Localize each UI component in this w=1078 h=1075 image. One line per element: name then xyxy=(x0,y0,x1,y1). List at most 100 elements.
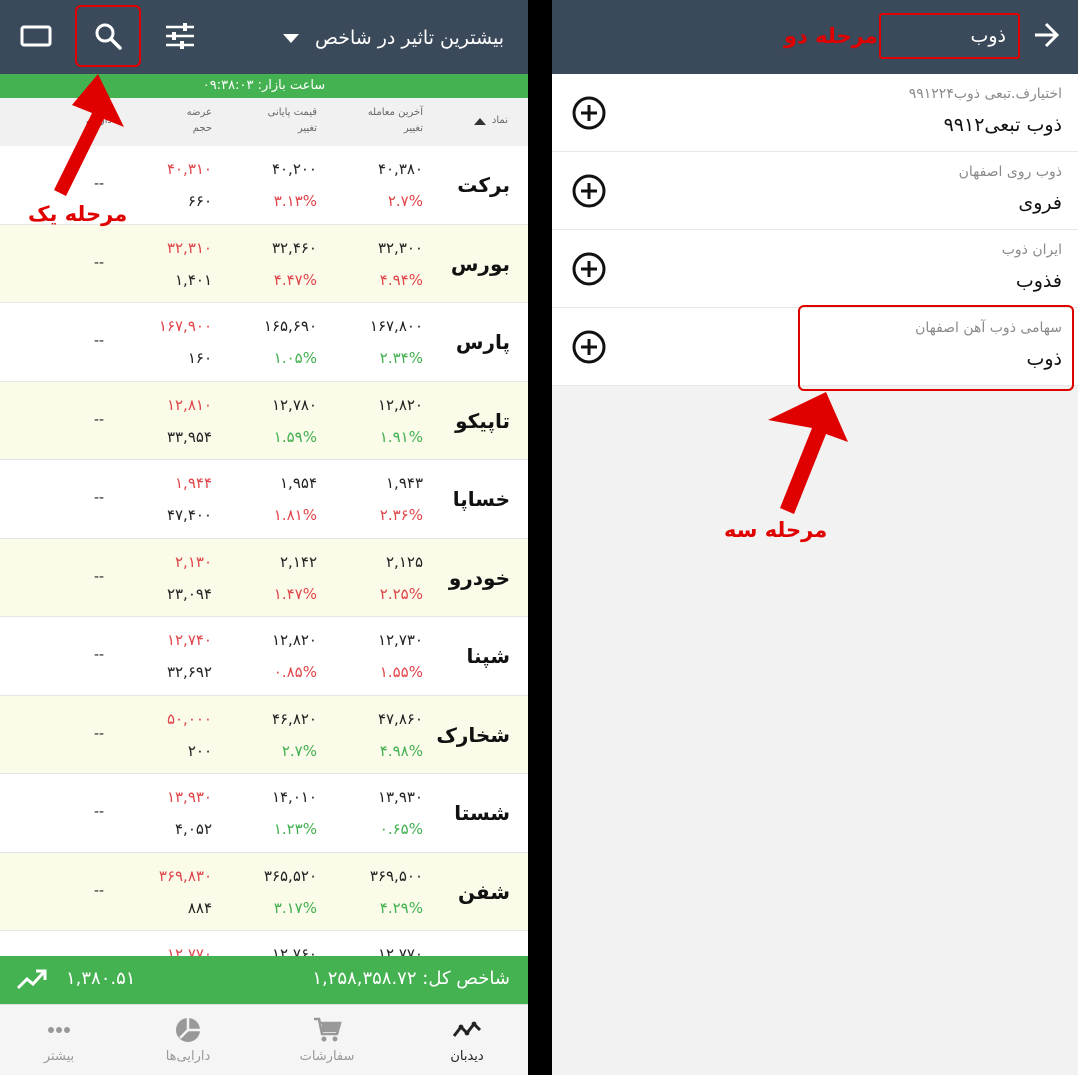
row-close-change: ۱.۸۱% xyxy=(273,506,317,524)
table-row[interactable]: شخارک ۴۷,۸۶۰ ۴.۹۸% ۴۶,۸۲۰ ۲.۷% ۵۰,۰۰۰ ۲۰۰ -- xyxy=(0,695,528,774)
add-to-watchlist-icon[interactable] xyxy=(572,252,606,290)
search-input[interactable]: ذوب xyxy=(879,13,1020,59)
row-close-change: ۱.۴۷% xyxy=(273,584,317,603)
nav-watchlist[interactable]: دیدبان xyxy=(412,1015,522,1064)
row-offer: ۳۶۹,۸۳۰ xyxy=(158,866,212,885)
dropdown-label: بیشترین تاثیر در شاخص xyxy=(314,27,504,49)
search-result-item[interactable]: ذوب روی اصفهان فروی xyxy=(552,152,1078,230)
index-filter-dropdown[interactable]: بیشترین تاثیر در شاخص xyxy=(282,20,504,56)
row-volume: ۱۶۰ xyxy=(187,349,212,367)
row-last-trade: ۴۷,۸۶۰ xyxy=(377,709,423,728)
row-close-price: ۳۲,۴۶۰ xyxy=(271,238,317,257)
row-offer: ۵۰,۰۰۰ xyxy=(166,709,212,728)
col-offer[interactable]: عرضه حجم xyxy=(187,105,212,137)
row-last-change: ۰.۶۵% xyxy=(379,820,423,838)
table-row[interactable]: خساپا ۱,۹۴۳ ۲.۳۶% ۱,۹۵۴ ۱.۸۱% ۱,۹۴۴ ۴۷,۴۰۰ -- xyxy=(0,460,528,539)
fullscreen-icon[interactable] xyxy=(18,18,54,54)
row-last-change: ۲.۳۴% xyxy=(379,349,423,367)
row-close-change: ۳.۱۳% xyxy=(273,192,317,210)
row-symbol: شپنا xyxy=(466,644,510,668)
row-close-price: ۱۶۵,۶۹۰ xyxy=(263,317,317,335)
add-to-watchlist-icon[interactable] xyxy=(572,174,606,212)
search-result-item[interactable]: اختیارف.تبعی ذوب۹۹۱۲۲۴ ذوب تبعی۹۹۱۲ xyxy=(552,74,1078,152)
row-last-change: ۴.۲۹% xyxy=(379,898,423,917)
row-volume: ۴,۰۵۲ xyxy=(175,820,212,838)
result-company-name: ایران ذوب xyxy=(1001,242,1062,258)
table-row[interactable]: شستا ۱۳,۹۳۰ ۰.۶۵% ۱۴,۰۱۰ ۱.۲۳% ۱۳,۹۳۰ ۴,۰۵۲ -- xyxy=(0,774,528,853)
row-volume: ۴۷,۴۰۰ xyxy=(166,506,212,524)
row-offer: ۴۰,۳۱۰ xyxy=(166,160,212,178)
result-symbol: فروی xyxy=(1018,192,1062,214)
sort-symbol-header[interactable]: نماد xyxy=(473,113,508,129)
row-offer: ۱,۹۴۴ xyxy=(175,474,212,492)
back-arrow-icon[interactable] xyxy=(1032,20,1060,54)
row-symbol: خساپا xyxy=(452,487,510,511)
result-symbol: ذوب تبعی۹۹۱۲ xyxy=(943,114,1062,136)
row-last-change: ۲.۷% xyxy=(387,192,423,210)
table-row[interactable]: پارس ۱۶۷,۸۰۰ ۲.۳۴% ۱۶۵,۶۹۰ ۱.۰۵% ۱۶۷,۹۰۰ ۱۶۰ -- xyxy=(0,303,528,382)
row-close-price: ۱۲,۷۸۰ xyxy=(271,395,317,414)
row-symbol: پارس xyxy=(455,330,510,354)
add-to-watchlist-icon[interactable] xyxy=(572,96,606,134)
col-close-price[interactable]: قیمت پایانی تغییر xyxy=(268,105,317,137)
row-last-change: ۴.۹۸% xyxy=(379,741,423,760)
row-last-trade: ۱۲,۷۳۰ xyxy=(377,631,423,649)
cart-icon xyxy=(272,1015,382,1045)
result-company-name: اختیارف.تبعی ذوب۹۹۱۲۲۴ xyxy=(908,86,1062,102)
nav-more[interactable]: بیشتر xyxy=(4,1015,114,1064)
row-close-price: ۱۲,۸۲۰ xyxy=(271,631,317,649)
row-close-price: ۱۴,۰۱۰ xyxy=(271,788,317,806)
result-symbol: فذوب xyxy=(1015,270,1062,292)
row-close-price: ۴۰,۲۰۰ xyxy=(271,160,317,178)
row-last-trade: ۳۶۹,۵۰۰ xyxy=(369,866,423,885)
row-volume: ۸۸۴ xyxy=(187,898,212,917)
row-volume: ۳۳,۹۵۴ xyxy=(166,427,212,446)
row-volume: ۲۰۰ xyxy=(187,741,212,760)
row-last-change: ۴.۹۴% xyxy=(379,270,423,289)
total-index-bar[interactable]: شاخص کل: ۱,۲۵۸,۳۵۸.۷۲ ۱,۳۸۰.۵۱ xyxy=(0,956,528,1004)
row-asset: -- xyxy=(94,411,105,428)
row-last-change: ۱.۹۱% xyxy=(379,427,423,446)
filter-icon[interactable] xyxy=(162,18,198,54)
table-row[interactable]: خودرو ۲,۱۲۵ ۲.۲۵% ۲,۱۴۲ ۱.۴۷% ۲,۱۳۰ ۲۳,۰۹۴ -- xyxy=(0,538,528,617)
nav-assets[interactable]: دارایی‌ها xyxy=(133,1015,243,1064)
row-symbol: برکت xyxy=(457,173,510,197)
trending-up-icon xyxy=(16,966,48,997)
col-last-trade[interactable]: آخرین معامله تغییر xyxy=(368,105,423,137)
row-last-trade: ۱۶۷,۸۰۰ xyxy=(369,317,423,335)
annotation-arrow-1 xyxy=(54,74,124,196)
row-close-change: ۱.۰۵% xyxy=(273,349,317,367)
row-last-trade: ۱,۹۴۳ xyxy=(386,474,423,492)
search-screen: ذوب مرحله دو اختیارف.تبعی ذوب۹۹۱۲۲۴ ذوب … xyxy=(552,0,1078,1075)
add-to-watchlist-icon[interactable] xyxy=(572,330,606,368)
row-symbol: تاپیکو xyxy=(455,408,510,433)
nav-orders[interactable]: سفارشات xyxy=(272,1015,382,1064)
row-offer: ۱۶۷,۹۰۰ xyxy=(158,317,212,335)
search-result-item[interactable]: ایران ذوب فذوب xyxy=(552,230,1078,308)
result-company-name: ذوب روی اصفهان xyxy=(958,164,1062,180)
annotation-step-1: مرحله یک xyxy=(28,202,128,226)
row-volume: ۲۳,۰۹۴ xyxy=(166,584,212,603)
row-close-change: ۲.۷% xyxy=(281,741,317,760)
watchlist-icon xyxy=(412,1015,522,1045)
table-row[interactable]: شفن ۳۶۹,۵۰۰ ۴.۲۹% ۳۶۵,۵۲۰ ۳.۱۷% ۳۶۹,۸۳۰ ۸۸۴ -- xyxy=(0,852,528,931)
row-offer: ۱۲,۸۱۰ xyxy=(166,395,212,414)
row-asset: -- xyxy=(94,804,105,820)
row-close-price: ۲,۱۴۲ xyxy=(280,552,317,571)
row-last-change: ۱.۵۵% xyxy=(379,663,423,681)
row-close-price: ۴۶,۸۲۰ xyxy=(271,709,317,728)
row-symbol: بورس xyxy=(450,251,510,276)
highlight-search-button xyxy=(75,5,141,67)
row-asset: -- xyxy=(94,647,105,663)
row-symbol: خودرو xyxy=(448,565,510,590)
table-row[interactable]: بورس ۳۲,۳۰۰ ۴.۹۴% ۳۲,۴۶۰ ۴.۴۷% ۳۲,۳۱۰ ۱,۴۰۱ -- xyxy=(0,224,528,303)
row-close-change: ۳.۱۷% xyxy=(273,898,317,917)
row-volume: ۶۶۰ xyxy=(187,192,212,210)
row-volume: ۳۲,۶۹۲ xyxy=(166,663,212,681)
watchlist-screen: بیشترین تاثیر در شاخص ساعت بازار: ۰۹:۳۸:… xyxy=(0,0,528,1075)
index-change-value: ۱,۳۸۰.۵۱ xyxy=(66,968,136,989)
row-offer: ۱۲,۷۴۰ xyxy=(166,631,212,649)
row-volume: ۱,۴۰۱ xyxy=(175,270,212,289)
table-row[interactable]: تاپیکو ۱۲,۸۲۰ ۱.۹۱% ۱۲,۷۸۰ ۱.۵۹% ۱۲,۸۱۰ ۳۳,۹۵۴… xyxy=(0,381,528,460)
table-row[interactable]: شپنا ۱۲,۷۳۰ ۱.۵۵% ۱۲,۸۲۰ ۰.۸۵% ۱۲,۷۴۰ ۳۲,۶۹۲ -- xyxy=(0,617,528,696)
